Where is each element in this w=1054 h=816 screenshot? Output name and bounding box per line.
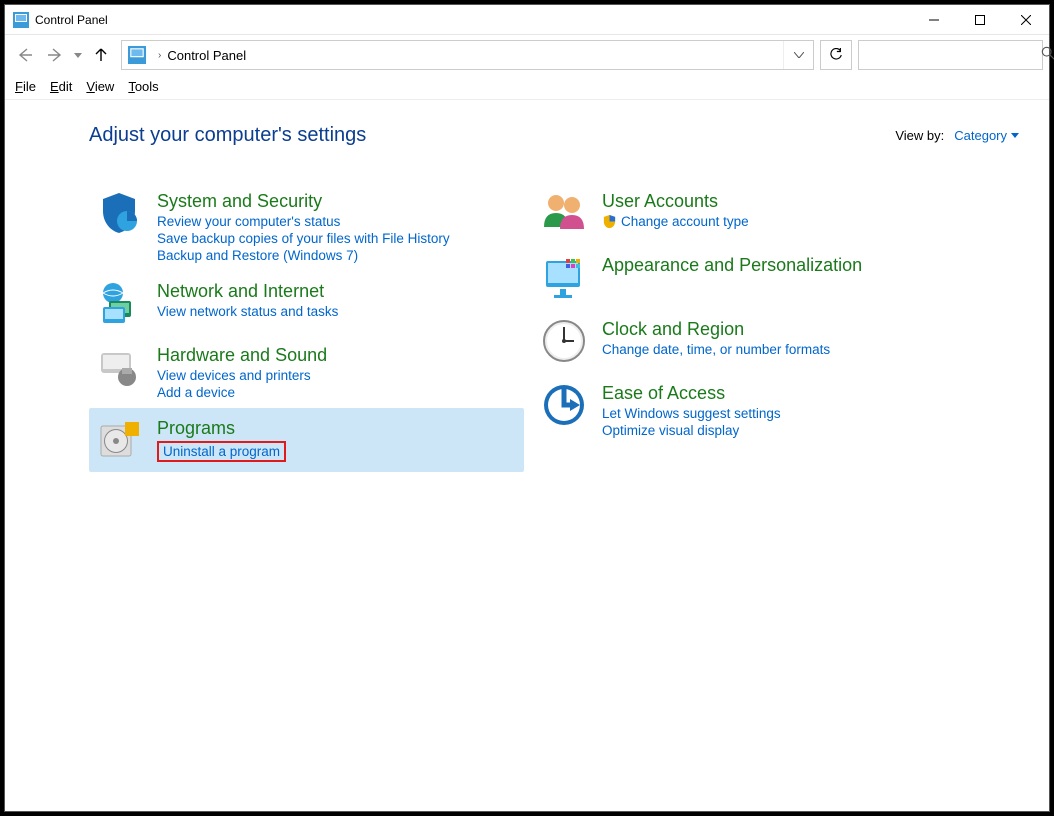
category-body: Hardware and Sound View devices and print…	[157, 343, 327, 400]
window: Control Panel › Control Panel File Edit …	[4, 4, 1050, 812]
control-panel-icon	[128, 46, 146, 64]
content-header: Adjust your computer's settings View by:…	[89, 124, 1019, 147]
menu-edit[interactable]: Edit	[50, 79, 72, 94]
category-title[interactable]: System and Security	[157, 191, 450, 212]
categories-left-column: System and Security Review your computer'…	[89, 181, 524, 472]
category-hardware-and-sound: Hardware and Sound View devices and print…	[89, 335, 524, 408]
category-title[interactable]: Clock and Region	[602, 319, 830, 340]
category-appearance-and-personalization: Appearance and Personalization	[534, 245, 969, 309]
link-optimize-visual-display[interactable]: Optimize visual display	[602, 423, 781, 438]
category-system-and-security: System and Security Review your computer'…	[89, 181, 524, 271]
category-title[interactable]: Network and Internet	[157, 281, 338, 302]
category-body: Ease of Access Let Windows suggest settin…	[602, 381, 781, 438]
address-bar[interactable]: › Control Panel	[121, 40, 814, 70]
back-button[interactable]	[11, 41, 39, 69]
system-and-security-icon[interactable]	[95, 189, 143, 237]
programs-icon[interactable]	[95, 416, 143, 464]
categories-grid: System and Security Review your computer'…	[89, 181, 1019, 472]
category-title[interactable]: Programs	[157, 418, 286, 439]
category-title[interactable]: Ease of Access	[602, 383, 781, 404]
minimize-button[interactable]	[911, 5, 957, 35]
highlight-box: Uninstall a program	[157, 441, 286, 462]
category-body: Appearance and Personalization	[602, 253, 862, 301]
address-location[interactable]: Control Panel	[167, 48, 783, 63]
menu-bar: File Edit View Tools	[5, 75, 1049, 99]
link-view-network-status-and-tasks[interactable]: View network status and tasks	[157, 304, 338, 319]
link-view-devices-and-printers[interactable]: View devices and printers	[157, 368, 327, 383]
menu-file[interactable]: File	[15, 79, 36, 94]
category-ease-of-access: Ease of Access Let Windows suggest settin…	[534, 373, 969, 446]
link-change-account-type[interactable]: Change account type	[602, 214, 749, 229]
categories-right-column: User Accounts Change account type Appearan…	[534, 181, 969, 472]
menu-tools[interactable]: Tools	[128, 79, 158, 94]
menu-view[interactable]: View	[86, 79, 114, 94]
link-change-date-time-or-number-formats[interactable]: Change date, time, or number formats	[602, 342, 830, 357]
titlebar: Control Panel	[5, 5, 1049, 35]
link-add-a-device[interactable]: Add a device	[157, 385, 327, 400]
view-by-dropdown[interactable]: Category	[954, 128, 1019, 143]
hardware-and-sound-icon[interactable]	[95, 343, 143, 391]
search-input[interactable]	[865, 48, 1041, 63]
close-button[interactable]	[1003, 5, 1049, 35]
category-title[interactable]: Hardware and Sound	[157, 345, 327, 366]
link-let-windows-suggest-settings[interactable]: Let Windows suggest settings	[602, 406, 781, 421]
search-icon[interactable]	[1041, 46, 1054, 65]
breadcrumb-separator-icon: ›	[158, 50, 161, 61]
search-box[interactable]	[858, 40, 1043, 70]
view-by-label: View by:	[895, 128, 944, 143]
ease-of-access-icon[interactable]	[540, 381, 588, 429]
category-title[interactable]: Appearance and Personalization	[602, 255, 862, 276]
category-programs: Programs Uninstall a program	[89, 408, 524, 472]
category-clock-and-region: Clock and Region Change date, time, or nu…	[534, 309, 969, 373]
refresh-button[interactable]	[820, 40, 852, 70]
view-by: View by: Category	[895, 128, 1019, 143]
category-body: Network and Internet View network status …	[157, 279, 338, 327]
history-dropdown-icon[interactable]	[71, 53, 85, 58]
control-panel-icon	[13, 12, 29, 28]
link-uninstall-a-program[interactable]: Uninstall a program	[163, 444, 280, 459]
link-save-backup-copies-of-your-files-with-file-history[interactable]: Save backup copies of your files with Fi…	[157, 231, 450, 246]
appearance-and-personalization-icon[interactable]	[540, 253, 588, 301]
page-title: Adjust your computer's settings	[89, 124, 366, 147]
category-user-accounts: User Accounts Change account type	[534, 181, 969, 245]
window-title: Control Panel	[35, 13, 911, 27]
category-body: Clock and Region Change date, time, or nu…	[602, 317, 830, 365]
category-body: User Accounts Change account type	[602, 189, 749, 237]
network-and-internet-icon[interactable]	[95, 279, 143, 327]
category-title[interactable]: User Accounts	[602, 191, 749, 212]
link-review-your-computer-s-status[interactable]: Review your computer's status	[157, 214, 450, 229]
content-area: Adjust your computer's settings View by:…	[5, 99, 1049, 811]
category-body: System and Security Review your computer'…	[157, 189, 450, 263]
category-body: Programs Uninstall a program	[157, 416, 286, 464]
clock-and-region-icon[interactable]	[540, 317, 588, 365]
nav-toolbar: › Control Panel	[5, 35, 1049, 75]
maximize-button[interactable]	[957, 5, 1003, 35]
link-backup-and-restore-windows-7-[interactable]: Backup and Restore (Windows 7)	[157, 248, 450, 263]
category-network-and-internet: Network and Internet View network status …	[89, 271, 524, 335]
forward-button[interactable]	[41, 41, 69, 69]
address-dropdown-icon[interactable]	[783, 41, 813, 69]
up-button[interactable]	[87, 41, 115, 69]
user-accounts-icon[interactable]	[540, 189, 588, 237]
